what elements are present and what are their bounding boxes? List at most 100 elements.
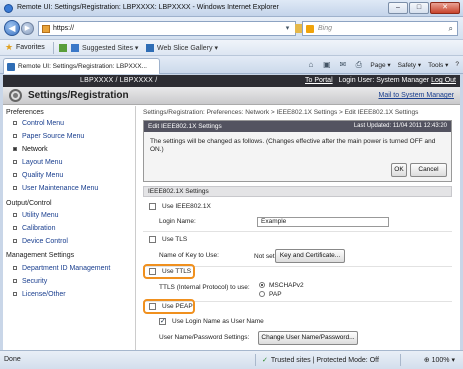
sidebar-item-control-menu[interactable]: Control Menu: [13, 120, 64, 127]
mschapv2-option[interactable]: MSCHAPv2: [259, 282, 304, 289]
sidebar-item-user-maintenance-menu[interactable]: User Maintenance Menu: [13, 185, 98, 192]
use-ieee-row[interactable]: Use IEEE802.1X: [149, 203, 211, 210]
favorites-star-icon[interactable]: ★: [5, 42, 13, 53]
mschapv2-label: MSCHAPv2: [269, 282, 304, 289]
sidebar-item-label[interactable]: Layout Menu: [22, 159, 62, 166]
dropdown-arrow-icon[interactable]: ▾: [283, 24, 292, 33]
change-user-name-password-button[interactable]: Change User Name/Password...: [258, 331, 358, 345]
use-peap-checkbox[interactable]: [149, 303, 156, 310]
bullet-icon: [13, 213, 17, 218]
suggested-sites-icon: [71, 44, 79, 52]
use-ttls-label: Use TTLS: [162, 268, 192, 276]
login-name-input[interactable]: Example: [257, 217, 389, 227]
mail-icon[interactable]: ✉: [338, 60, 347, 69]
use-ieee-checkbox[interactable]: [149, 203, 156, 210]
back-button[interactable]: ◀: [4, 20, 20, 36]
edit-settings-box: Edit IEEE802.1X Settings Last Updated: 1…: [143, 120, 452, 182]
maximize-button[interactable]: □: [409, 2, 429, 14]
sidebar-item-label[interactable]: Calibration: [22, 225, 55, 232]
breadcrumb: Settings/Registration: Preferences: Netw…: [143, 109, 419, 116]
sidebar-item-label[interactable]: Network: [22, 146, 48, 153]
sidebar-item-label[interactable]: Control Menu: [22, 120, 64, 127]
main-panel: Settings/Registration: Preferences: Netw…: [141, 106, 458, 350]
minimize-button[interactable]: –: [388, 2, 408, 14]
safety-menu[interactable]: Safety ▾: [398, 61, 422, 69]
url-field[interactable]: https:// ▾ ↻ ✕: [38, 21, 326, 36]
use-tls-row[interactable]: Use TLS: [149, 236, 187, 243]
bullet-icon: [13, 147, 17, 152]
cancel-button[interactable]: Cancel: [410, 163, 447, 177]
sidebar-item-label[interactable]: Device Control: [22, 238, 68, 245]
zoom-label: 100% ▾: [431, 357, 455, 364]
sidebar-item-label[interactable]: License/Other: [22, 291, 66, 298]
security-zone[interactable]: ✓ Trusted sites | Protected Mode: Off: [262, 356, 379, 364]
sidebar-item-utility-menu[interactable]: Utility Menu: [13, 212, 59, 219]
sidebar-item-layout-menu[interactable]: Layout Menu: [13, 159, 62, 166]
zoom-control[interactable]: ⊕ 100% ▾: [424, 356, 455, 364]
add-favorite-icon[interactable]: [59, 44, 67, 52]
sidebar-item-label[interactable]: Department ID Management: [22, 265, 110, 272]
trusted-check-icon: ✓: [262, 357, 268, 364]
use-ttls-row[interactable]: Use TTLS: [149, 268, 191, 275]
use-peap-label: Use PEAP: [162, 303, 193, 311]
edit-title-bar: Edit IEEE802.1X Settings Last Updated: 1…: [144, 121, 451, 132]
sidebar-item-label[interactable]: Quality Menu: [22, 172, 63, 179]
key-and-certificate-button[interactable]: Key and Certificate...: [275, 249, 345, 263]
mschapv2-radio[interactable]: [259, 282, 265, 289]
use-tls-checkbox[interactable]: [149, 236, 156, 243]
favorites-button[interactable]: Favorites: [16, 44, 45, 51]
forward-button[interactable]: ▶: [21, 22, 34, 35]
bullet-icon: [13, 292, 17, 297]
user-settings-label: User Name/Password Settings:: [159, 334, 250, 341]
sidebar-item-label[interactable]: User Maintenance Menu: [22, 185, 98, 192]
pap-radio[interactable]: [259, 291, 265, 298]
sidebar-item-label[interactable]: Utility Menu: [22, 212, 59, 219]
help-icon[interactable]: ?: [455, 61, 459, 68]
pap-option[interactable]: PAP: [259, 291, 282, 298]
bullet-icon: [13, 121, 17, 126]
tools-menu[interactable]: Tools ▾: [428, 61, 448, 69]
url-text[interactable]: https://: [53, 25, 74, 32]
page-menu[interactable]: Page ▾: [370, 61, 390, 69]
suggested-sites-link[interactable]: Suggested Sites ▾: [82, 44, 138, 52]
sidebar-item-label[interactable]: Security: [22, 278, 47, 285]
search-icon[interactable]: ⌕: [449, 24, 453, 34]
search-placeholder: Bing: [318, 25, 333, 32]
sidebar-item-label[interactable]: Paper Source Menu: [22, 133, 84, 140]
bullet-icon: [13, 239, 17, 244]
sidebar-item-paper-source-menu[interactable]: Paper Source Menu: [13, 133, 84, 140]
feeds-icon[interactable]: ▣: [322, 60, 331, 69]
separator: [255, 354, 256, 366]
sidebar-item-security[interactable]: Security: [13, 278, 47, 285]
to-portal-link[interactable]: To Portal: [305, 77, 333, 84]
web-slice-gallery-link[interactable]: Web Slice Gallery ▾: [157, 44, 218, 52]
sidebar-item-device-control[interactable]: Device Control: [13, 238, 68, 245]
window-titlebar: Remote UI: Settings/Registration: LBPXXX…: [0, 0, 463, 17]
sidebar-group-output-control: Output/Control: [6, 200, 52, 207]
sidebar-item-network[interactable]: Network: [13, 146, 48, 153]
use-ttls-checkbox[interactable]: [149, 268, 156, 275]
edit-title: Edit IEEE802.1X Settings: [148, 123, 222, 130]
home-icon[interactable]: ⌂: [306, 60, 315, 69]
search-input[interactable]: Bing ⌕: [302, 21, 458, 36]
sidebar-item-department-id-management[interactable]: Department ID Management: [13, 265, 110, 272]
section-title: IEEE802.1X Settings: [148, 188, 209, 195]
log-out-link[interactable]: Log Out: [431, 77, 456, 84]
use-login-name-row[interactable]: Use Login Name as User Name: [159, 317, 264, 326]
browser-tab[interactable]: Remote UI: Settings/Registration: LBPXXX…: [3, 58, 160, 74]
use-login-name-label: Use Login Name as User Name: [172, 318, 264, 326]
close-button[interactable]: ✕: [430, 2, 460, 14]
sidebar-item-license-other[interactable]: License/Other: [13, 291, 66, 298]
use-login-name-checkbox[interactable]: [159, 317, 166, 325]
top-links: To Portal Login User: System Manager Log…: [305, 77, 456, 84]
bing-icon: [306, 25, 314, 33]
sidebar-item-quality-menu[interactable]: Quality Menu: [13, 172, 63, 179]
ok-button[interactable]: OK: [391, 163, 407, 177]
use-peap-row[interactable]: Use PEAP: [149, 303, 193, 310]
tab-label: Remote UI: Settings/Registration: LBPXXX…: [18, 63, 147, 70]
address-bar: ◀ ▶ https:// ▾ ↻ ✕ Bing ⌕: [0, 17, 463, 39]
status-bar: Done ✓ Trusted sites | Protected Mode: Of…: [0, 350, 463, 369]
print-icon[interactable]: ⎙: [354, 60, 363, 69]
sidebar-item-calibration[interactable]: Calibration: [13, 225, 55, 232]
mail-to-system-manager-link[interactable]: Mail to System Manager: [379, 92, 454, 99]
